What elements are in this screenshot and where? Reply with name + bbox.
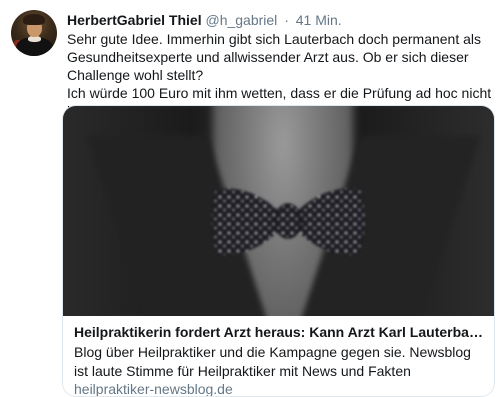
author-name[interactable]: HerbertGabriel Thiel — [67, 12, 202, 28]
tweet[interactable]: HerbertGabriel Thiel @h_gabriel · 41 Min… — [0, 0, 500, 397]
card-title[interactable]: Heilpraktikerin fordert Arzt heraus: Kan… — [74, 323, 484, 342]
tweet-header: HerbertGabriel Thiel @h_gabriel · 41 Min… — [67, 11, 342, 29]
avatar[interactable] — [11, 10, 57, 56]
author-handle[interactable]: @h_gabriel — [205, 12, 277, 28]
card-image[interactable] — [63, 106, 494, 316]
header-separator: · — [284, 12, 289, 28]
card-description: Blog über Heilpraktiker und die Kampagne… — [74, 344, 471, 379]
card-domain[interactable]: heilpraktiker-newsblog.de — [74, 381, 484, 396]
avatar-hair — [23, 14, 45, 25]
card-body[interactable]: Heilpraktikerin fordert Arzt heraus: Kan… — [63, 316, 494, 396]
tweet-timestamp[interactable]: 41 Min. — [296, 12, 342, 28]
link-preview-card[interactable]: Heilpraktikerin fordert Arzt heraus: Kan… — [62, 105, 495, 397]
bow-tie-image — [211, 188, 365, 255]
tweet-text-paragraph-1: Sehr gute Idee. Immerhin gibt sich Laute… — [67, 31, 482, 83]
